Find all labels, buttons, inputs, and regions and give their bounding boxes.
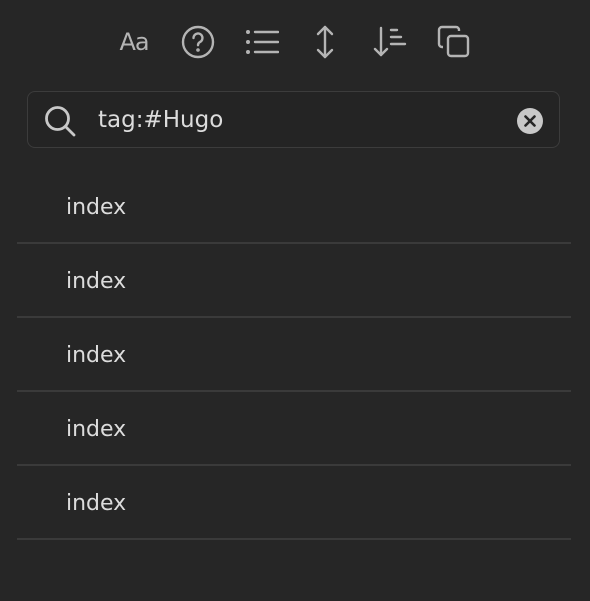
search-box [27,91,560,148]
help-button[interactable] [178,22,218,62]
result-label: index [66,417,127,442]
list-icon [246,30,279,55]
sort-button[interactable] [370,22,410,62]
result-item[interactable]: index [17,170,571,244]
result-item[interactable]: index [17,244,571,318]
result-item[interactable]: index [17,318,571,392]
result-label: index [66,269,127,294]
result-label: index [66,195,127,220]
result-item[interactable]: index [17,392,571,466]
help-circle-icon [181,25,215,59]
result-item[interactable]: index [17,466,571,540]
sort-icon [373,26,407,57]
result-label: index [66,491,127,516]
expand-vertical-icon [316,25,334,59]
expand-collapse-button[interactable] [305,22,345,62]
search-icon [45,106,76,137]
search-input[interactable] [98,100,498,140]
clear-search-button[interactable] [517,108,543,134]
search-toolbar: Aa [0,22,590,62]
match-case-button[interactable]: Aa [114,22,154,62]
search-results: index index index index index [17,170,571,540]
copy-icon [437,25,470,58]
match-case-icon: Aa [119,28,149,56]
result-label: index [66,343,127,368]
list-view-button[interactable] [242,22,282,62]
close-icon [524,115,536,127]
copy-results-button[interactable] [434,22,474,62]
